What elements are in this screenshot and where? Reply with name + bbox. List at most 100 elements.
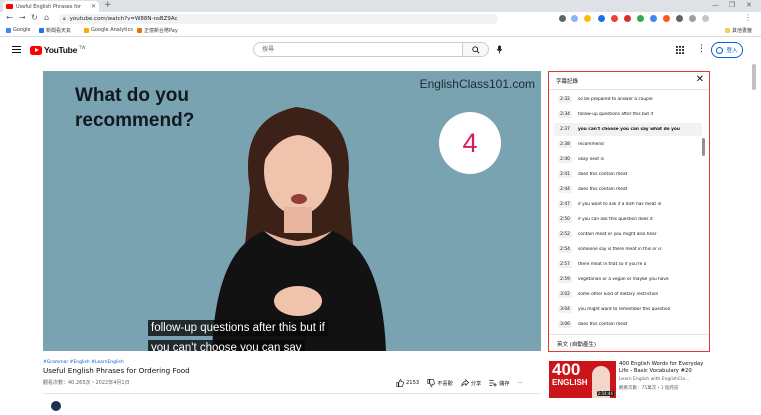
back-icon[interactable]: ← — [6, 13, 13, 22]
timestamp: 2:37 — [558, 126, 572, 133]
sidebar-icon[interactable] — [689, 15, 696, 22]
bookmarks-bar: Google 新聞看天氣 Google Analytics 正億新台幣Pay 其… — [0, 26, 761, 37]
bookmark-google[interactable]: Google — [6, 27, 31, 33]
transcript-segment-active[interactable]: 2:37 you can't choose you can say what do… — [554, 123, 702, 136]
microphone-icon — [496, 45, 503, 54]
transcript-segment[interactable]: 2:57 there meat in that so if you're a — [554, 258, 702, 271]
timestamp: 2:52 — [558, 231, 572, 238]
dislike-button[interactable]: 不喜歡 — [427, 379, 453, 387]
segment-text: recommend — [578, 142, 604, 147]
video-slide-text: What do you recommend? — [75, 85, 195, 131]
apps-grid-icon[interactable] — [676, 46, 684, 54]
close-tab-icon[interactable]: ✕ — [91, 3, 96, 10]
transcript-segment[interactable]: 2:41 does this contain meat — [554, 168, 702, 181]
transcript-segment[interactable]: 2:59 vegetarian or a vegan or maybe you h… — [554, 273, 702, 286]
bookmark-news-weather[interactable]: 新聞看天氣 — [39, 27, 71, 34]
bookmark-other[interactable]: 其他書籤 — [725, 27, 752, 34]
transcript-segment[interactable]: 2:44 does this contain meat — [554, 183, 702, 196]
maximize-icon[interactable]: ❐ — [729, 1, 735, 9]
search-button[interactable] — [463, 42, 489, 57]
save-button[interactable]: 儲存 — [489, 379, 510, 387]
segment-text: does this contain meat — [578, 322, 628, 327]
youtube-logo[interactable]: YouTube TW — [30, 45, 85, 55]
search-box[interactable] — [253, 42, 463, 57]
duration-badge: 2:54:46 — [596, 391, 614, 396]
extension-icon[interactable] — [650, 15, 657, 22]
share-button[interactable]: 分享 — [461, 379, 481, 387]
recommended-title[interactable]: 400 English Words for Everyday Life - Ba… — [619, 361, 714, 375]
transcript-segment[interactable]: 3:04 you might want to remember this ques… — [554, 303, 702, 316]
profile-icon[interactable] — [702, 15, 709, 22]
transcript-segment[interactable]: 3:06 does this contain meat — [554, 318, 702, 331]
youtube-play-icon — [30, 45, 42, 55]
more-icon: ··· — [517, 380, 523, 386]
browser-menu-icon[interactable]: ⋮ — [744, 13, 752, 22]
close-window-icon[interactable]: ✕ — [746, 1, 752, 9]
view-count: 觀看次數：40,265次・2022年4月1日 — [43, 380, 130, 386]
channel-avatar[interactable] — [51, 401, 61, 411]
extension-icon[interactable] — [663, 15, 670, 22]
timestamp: 2:54 — [558, 246, 572, 253]
video-hashtags[interactable]: #Grammar #English #LearnEnglish — [43, 360, 124, 365]
segment-text: there meat in that so if you're a — [578, 262, 647, 267]
search-input[interactable] — [260, 45, 450, 54]
transcript-segment[interactable]: 3:02 some other kind of dietary restricti… — [554, 288, 702, 301]
address-bar[interactable]: 🔒︎ youtube.com/watch?v=W88N-nsBZ9Ac — [58, 14, 498, 24]
timestamp: 2:57 — [558, 261, 572, 268]
minimize-icon[interactable]: — — [712, 1, 719, 9]
segment-text: you might want to remember this question — [578, 307, 671, 312]
number-badge: 4 — [439, 112, 501, 174]
transcript-language-selector[interactable]: 英文 (自動產生) — [557, 340, 596, 348]
transcript-title: 字幕記錄 — [556, 79, 579, 85]
forward-icon[interactable]: → — [19, 13, 26, 22]
timestamp: 2:47 — [558, 201, 572, 208]
timestamp: 3:06 — [558, 321, 572, 328]
browser-tab-strip: Useful English Phrases for ✕ + — ❐ ✕ — [0, 0, 761, 12]
like-button[interactable]: 2153 — [396, 379, 419, 387]
video-player[interactable]: What do you recommend? EnglishClass101.c… — [43, 71, 541, 351]
voice-search-button[interactable] — [494, 44, 505, 55]
segment-text: does this contain meat — [578, 187, 628, 192]
transcript-panel: 字幕記錄 ✕ 2:32 so be prepared to answer a co… — [548, 71, 710, 352]
transcript-segment[interactable]: 2:40 okay next is — [554, 153, 702, 166]
extension-icon[interactable] — [637, 15, 644, 22]
bookmark-pay[interactable]: 正億新台幣Pay — [137, 27, 178, 34]
transcript-segment[interactable]: 2:47 if you want to ask if a dish has mea… — [554, 198, 702, 211]
new-tab-icon[interactable]: + — [104, 0, 112, 10]
browser-tab[interactable]: Useful English Phrases for ✕ — [3, 1, 99, 12]
transcript-segment[interactable]: 2:54 someone say is there meat in this or… — [554, 243, 702, 256]
home-icon[interactable]: ⌂ — [44, 13, 49, 22]
settings-more-icon[interactable]: ⋮ — [697, 44, 706, 54]
extension-icon[interactable] — [559, 15, 566, 22]
transcript-segment[interactable]: 2:34 follow-up questions after this but i… — [554, 108, 702, 121]
more-actions-button[interactable]: ··· — [518, 380, 523, 386]
share-icon — [461, 379, 469, 387]
bookmark-google-analytics[interactable]: Google Analytics — [84, 27, 133, 33]
thumbs-down-icon — [427, 379, 436, 387]
transcript-segment[interactable]: 2:52 contain meat or you might also hear — [554, 228, 702, 241]
page-scrollbar[interactable] — [752, 64, 756, 90]
menu-icon[interactable] — [12, 46, 21, 54]
transcript-segment[interactable]: 2:38 recommend — [554, 138, 702, 151]
transcript-segment[interactable]: 2:50 if you can ask this question does it — [554, 213, 702, 226]
extension-icon[interactable] — [598, 15, 605, 22]
recommended-thumbnail[interactable]: 400 ENGLISH 2:54:46 — [549, 361, 616, 398]
transcript-scrollbar[interactable] — [702, 138, 705, 156]
extensions-puzzle-icon[interactable] — [676, 15, 683, 22]
timestamp: 2:40 — [558, 156, 572, 163]
segment-text: contain meat or you might also hear — [578, 232, 657, 237]
youtube-header: YouTube TW ⋮ 登入 — [0, 38, 761, 64]
recommended-channel[interactable]: Learn English with EnglishCla... — [619, 377, 689, 382]
divider — [43, 393, 541, 394]
transcript-list[interactable]: 2:32 so be prepared to answer a couple 2:… — [549, 93, 709, 336]
search-icon — [471, 45, 480, 54]
extension-icon[interactable] — [571, 15, 578, 22]
extension-icon[interactable] — [584, 15, 591, 22]
close-icon[interactable]: ✕ — [696, 74, 704, 85]
extension-icon[interactable] — [624, 15, 631, 22]
sign-in-button[interactable]: 登入 — [711, 42, 743, 58]
transcript-segment[interactable]: 2:32 so be prepared to answer a couple — [554, 93, 702, 106]
segment-text: if you can ask this question does it — [578, 217, 653, 222]
extension-icon[interactable] — [611, 15, 618, 22]
reload-icon[interactable]: ↻ — [31, 13, 38, 22]
